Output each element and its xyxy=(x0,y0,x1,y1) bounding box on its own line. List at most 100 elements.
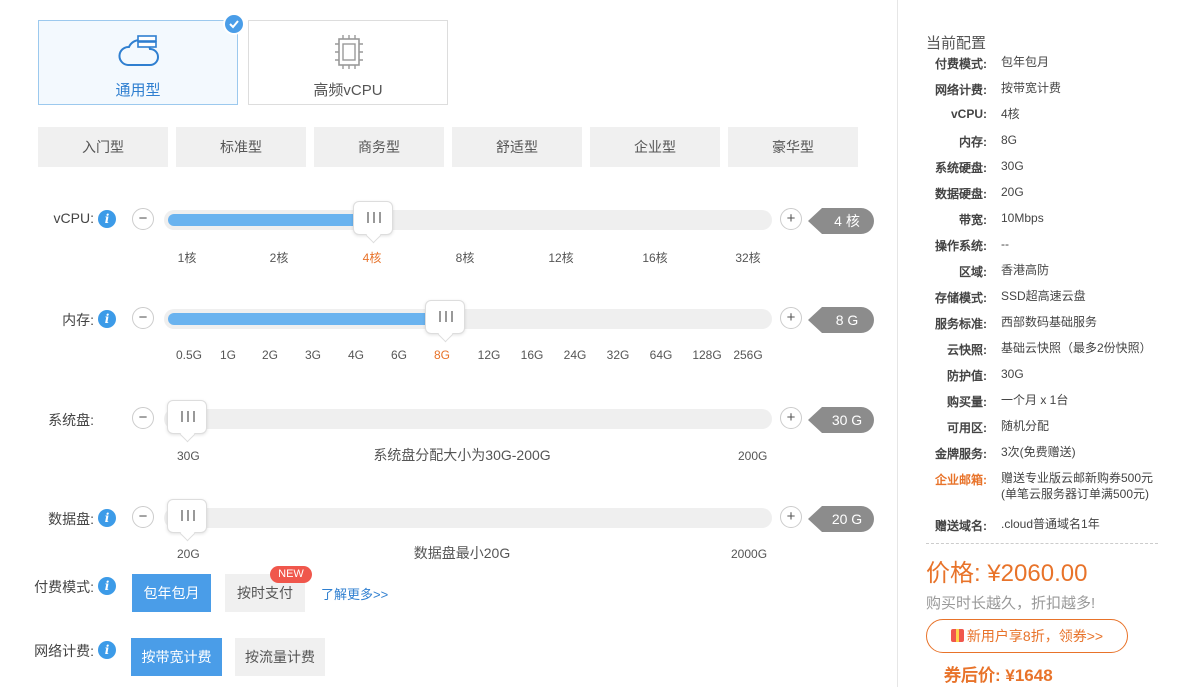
data-disk-slider-handle[interactable] xyxy=(167,499,207,533)
billing-option-yearly-monthly[interactable]: 包年包月 xyxy=(132,574,211,612)
summary-value: 3次(免费赠送) xyxy=(1001,445,1076,459)
memory-tick-label[interactable]: 24G xyxy=(564,348,587,362)
price: 价格: ¥2060.00 xyxy=(926,560,1088,587)
system-disk-label: 系统盘: xyxy=(48,412,94,428)
system-disk-slider-handle[interactable] xyxy=(167,400,207,434)
vcpu-tick-label[interactable]: 1核 xyxy=(178,249,197,266)
summary-value: 10Mbps xyxy=(1001,211,1044,225)
vcpu-tick-label[interactable]: 4核 xyxy=(363,249,382,266)
memory-tick-label[interactable]: 16G xyxy=(521,348,544,362)
type-card-label: 通用型 xyxy=(115,82,161,99)
summary-value: 按带宽计费 xyxy=(1001,81,1062,95)
memory-slider-handle[interactable] xyxy=(425,300,465,334)
summary-value: .cloud普通域名1年 xyxy=(1001,517,1100,531)
memory-tick-label[interactable]: 256G xyxy=(733,348,762,362)
info-icon[interactable]: i xyxy=(98,210,116,228)
memory-tick-label[interactable]: 64G xyxy=(650,348,673,362)
plan-tab-entry[interactable]: 入门型 xyxy=(38,127,168,167)
data-disk-hint: 数据盘最小20G xyxy=(413,545,511,561)
network-option-bandwidth[interactable]: 按带宽计费 xyxy=(131,638,222,676)
data-disk-min-label: 20G xyxy=(177,547,200,561)
summary-key: vCPU: xyxy=(950,107,987,121)
after-coupon-price: 券后价: ¥1648 xyxy=(944,666,1053,685)
memory-increase-button[interactable]: + xyxy=(780,307,802,329)
plan-tab-standard[interactable]: 标准型 xyxy=(176,127,306,167)
type-card-high-freq[interactable]: 高频vCPU xyxy=(248,20,448,105)
summary-key: 付费模式: xyxy=(935,57,987,71)
info-icon[interactable]: i xyxy=(98,509,116,527)
type-card-general[interactable]: 通用型 xyxy=(38,13,245,105)
learn-more-link[interactable]: 了解更多>> xyxy=(321,584,388,603)
memory-tick-label[interactable]: 8G xyxy=(434,348,450,362)
coupon-label: 新用户享8折，领券>> xyxy=(966,628,1104,644)
memory-tick-label[interactable]: 128G xyxy=(692,348,721,362)
discount-slogan: 购买时长越久，折扣越多! xyxy=(926,595,1096,612)
vcpu-tick-label[interactable]: 8核 xyxy=(456,249,475,266)
memory-tick-label[interactable]: 2G xyxy=(262,348,278,362)
summary-key: 赠送域名: xyxy=(935,519,987,533)
plan-tab-comfort[interactable]: 舒适型 xyxy=(452,127,582,167)
plan-tab-business[interactable]: 商务型 xyxy=(314,127,444,167)
summary-key: 操作系统: xyxy=(935,239,987,253)
memory-tick-label[interactable]: 0.5G xyxy=(176,348,202,362)
summary-value: 基础云快照（最多2份快照） xyxy=(1001,341,1152,355)
summary-key: 数据硬盘: xyxy=(935,187,987,201)
memory-tick-label[interactable]: 12G xyxy=(478,348,501,362)
plan-tab-enterprise[interactable]: 企业型 xyxy=(590,127,720,167)
coupon-button[interactable]: 新用户享8折，领券>> xyxy=(926,619,1128,653)
summary-key: 内存: xyxy=(959,135,987,149)
summary-value: 8G xyxy=(1001,133,1018,147)
vcpu-slider-handle[interactable] xyxy=(353,201,393,235)
memory-tick-label[interactable]: 6G xyxy=(391,348,407,362)
summary-value: -- xyxy=(1001,237,1009,251)
cpu-chip-icon xyxy=(335,35,363,69)
data-disk-increase-button[interactable]: + xyxy=(780,506,802,528)
vcpu-tick-label[interactable]: 2核 xyxy=(270,249,289,266)
billing-mode-label: 付费模式: xyxy=(34,579,94,595)
gift-icon xyxy=(950,629,964,642)
memory-slider-track[interactable] xyxy=(164,309,772,329)
memory-label: 内存: xyxy=(62,312,94,328)
data-disk-slider-track[interactable] xyxy=(164,508,772,528)
memory-decrease-button[interactable]: − xyxy=(132,307,154,329)
new-badge: NEW xyxy=(270,566,312,583)
info-icon[interactable]: i xyxy=(98,310,116,328)
system-disk-slider-track[interactable] xyxy=(164,409,772,429)
vcpu-slider-fill xyxy=(168,214,372,226)
network-option-traffic[interactable]: 按流量计费 xyxy=(235,638,325,676)
vcpu-tick-label[interactable]: 16核 xyxy=(642,249,667,266)
info-icon[interactable]: i xyxy=(98,641,116,659)
server-config-page: 通用型 高频vCPU 入门型 标准型 商务型 舒适型 企业型 豪华型 vCPU:… xyxy=(0,0,1183,687)
vcpu-increase-button[interactable]: + xyxy=(780,208,802,230)
summary-value: 20G xyxy=(1001,185,1024,199)
data-disk-max-label: 2000G xyxy=(731,547,768,561)
memory-tick-label[interactable]: 32G xyxy=(607,348,630,362)
summary-title: 当前配置 xyxy=(926,35,987,52)
vcpu-decrease-button[interactable]: − xyxy=(132,208,154,230)
system-disk-decrease-button[interactable]: − xyxy=(132,407,154,429)
memory-slider-fill xyxy=(168,313,444,325)
info-icon[interactable]: i xyxy=(98,577,116,595)
summary-key: 金牌服务: xyxy=(935,447,987,461)
summary-value: 30G xyxy=(1001,367,1024,381)
summary-key: 区域: xyxy=(959,265,987,279)
system-disk-increase-button[interactable]: + xyxy=(780,407,802,429)
data-disk-label: 数据盘: xyxy=(48,511,94,527)
memory-tick-label[interactable]: 1G xyxy=(220,348,236,362)
vcpu-tick-label[interactable]: 12核 xyxy=(548,249,573,266)
data-disk-decrease-button[interactable]: − xyxy=(132,506,154,528)
vcpu-slider-track[interactable] xyxy=(164,210,772,230)
memory-tick-label[interactable]: 3G xyxy=(305,348,321,362)
summary-key: 服务标准: xyxy=(935,317,987,331)
vcpu-value-tag: 4 核 xyxy=(808,208,874,234)
plan-tab-luxury[interactable]: 豪华型 xyxy=(728,127,858,167)
summary-value: 4核 xyxy=(1001,107,1020,121)
summary-key: 系统硬盘: xyxy=(935,161,987,175)
system-disk-max-label: 200G xyxy=(738,449,768,463)
memory-tick-label[interactable]: 4G xyxy=(348,348,364,362)
network-billing-label: 网络计费: xyxy=(34,643,94,659)
summary-key: 存储模式: xyxy=(935,291,987,305)
summary-key: 购买量: xyxy=(947,395,987,409)
vcpu-tick-label[interactable]: 32核 xyxy=(735,249,760,266)
type-card-label: 高频vCPU xyxy=(313,82,383,99)
